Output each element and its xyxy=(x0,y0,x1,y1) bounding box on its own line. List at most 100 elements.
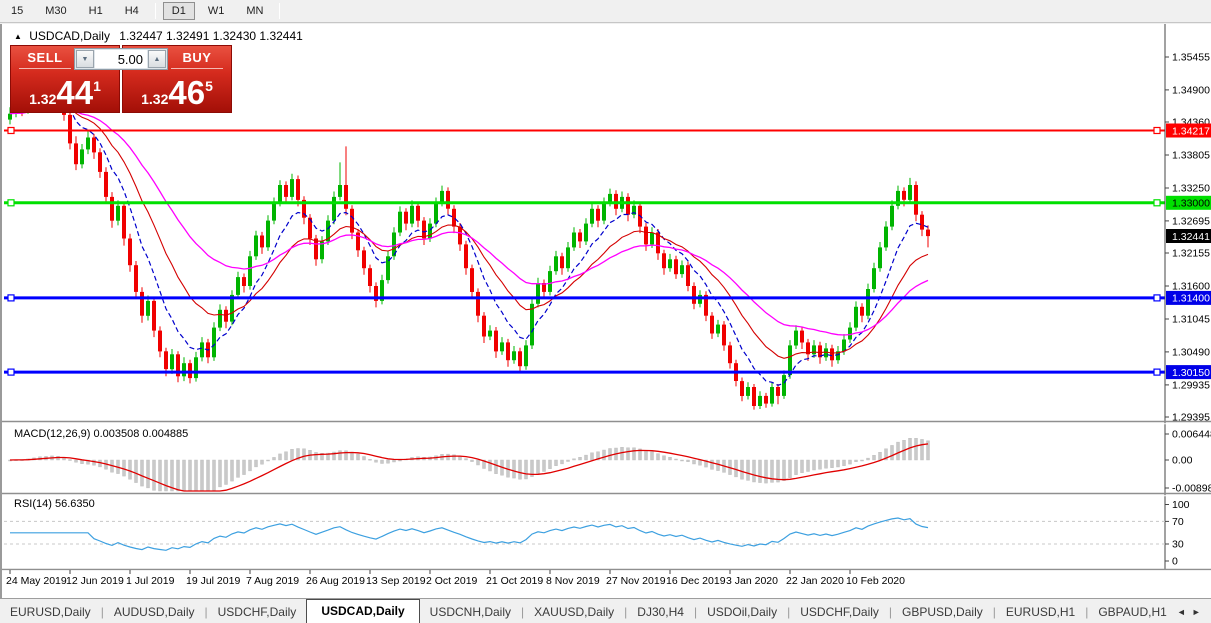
candle-body xyxy=(662,253,666,269)
candle-body xyxy=(104,171,108,197)
candle-body xyxy=(296,179,300,200)
candle-body xyxy=(86,137,90,150)
candle-body xyxy=(908,185,912,200)
macd-bar xyxy=(224,459,228,485)
macd-bar xyxy=(392,459,396,463)
tab-gbpusd-daily[interactable]: GBPUSD,Daily xyxy=(892,602,993,623)
macd-bar xyxy=(140,459,144,487)
macd-bar xyxy=(380,459,384,464)
macd-bar xyxy=(176,459,180,492)
candle-body xyxy=(584,223,588,242)
candle-body xyxy=(194,357,198,379)
macd-bar xyxy=(758,459,762,483)
macd-bar xyxy=(374,459,378,463)
hline-anchor[interactable] xyxy=(1153,368,1161,376)
macd-bar xyxy=(536,459,540,474)
tab-dj30-h4[interactable]: DJ30,H4 xyxy=(627,602,694,623)
date-axis-label: 16 Dec 2019 xyxy=(666,575,726,587)
timeframe-toolbar: 15 M30 H1 H4 D1 W1 MN xyxy=(0,0,1211,23)
candle-body xyxy=(446,190,450,209)
candle-body xyxy=(758,395,762,406)
timeframe-button-w1[interactable]: W1 xyxy=(199,2,234,20)
candle-body xyxy=(926,229,930,237)
hline-anchor[interactable] xyxy=(7,199,15,207)
macd-bar xyxy=(914,438,918,461)
candle-body xyxy=(74,143,78,165)
timeframe-button-m30[interactable]: M30 xyxy=(36,2,75,20)
candle-body xyxy=(920,214,924,230)
price-axis-label: 1.32155 xyxy=(1172,248,1210,260)
candle-body xyxy=(890,205,894,227)
tab-usdcnh-daily[interactable]: USDCNH,Daily xyxy=(420,602,521,623)
macd-bar xyxy=(284,451,288,461)
volume-increase-icon[interactable]: ▲ xyxy=(148,50,166,68)
macd-bar xyxy=(212,459,216,491)
tab-audusd-daily[interactable]: AUDUSD,Daily xyxy=(104,602,205,623)
macd-bar xyxy=(512,459,516,479)
tab-scroll-arrows[interactable]: ◄► xyxy=(1177,607,1211,623)
macd-bar xyxy=(476,459,480,466)
tab-scroll-left-icon[interactable]: ◄ xyxy=(1177,607,1192,617)
timeframe-button-15[interactable]: 15 xyxy=(2,2,32,20)
chart-tab-bar: EURUSD,Daily | AUDUSD,Daily | USDCHF,Daily US… xyxy=(0,598,1211,623)
candle-body xyxy=(626,196,630,215)
chart-window[interactable]: 1.35455 1.34900 1.34360 1.33805 1.33250 1.326… xyxy=(0,24,1211,598)
macd-bar xyxy=(746,459,750,481)
hline-anchor[interactable] xyxy=(7,126,15,135)
macd-bar xyxy=(128,459,132,480)
hline-anchor[interactable] xyxy=(7,294,15,302)
tab-scroll-right-icon[interactable]: ► xyxy=(1192,607,1207,617)
candle-body xyxy=(254,235,258,257)
buy-button[interactable]: BUY xyxy=(165,50,229,69)
macd-bar xyxy=(836,459,840,468)
collapse-panel-icon[interactable]: ▲ xyxy=(14,32,22,41)
price-axis-label: 1.31600 xyxy=(1172,281,1210,293)
tab-usdchf-daily[interactable]: USDCHF,Daily xyxy=(790,602,889,623)
volume-input[interactable] xyxy=(95,50,147,68)
date-axis-label: 26 Aug 2019 xyxy=(306,575,365,587)
candle-body xyxy=(218,309,222,328)
timeframe-button-h4[interactable]: H4 xyxy=(116,2,148,20)
hline-anchor[interactable] xyxy=(7,368,15,376)
tab-usdcad-daily[interactable]: USDCAD,Daily xyxy=(306,599,420,623)
timeframe-button-h1[interactable]: H1 xyxy=(80,2,112,20)
candle-body xyxy=(92,137,96,153)
tab-usdchf-daily[interactable]: USDCHF,Daily xyxy=(208,602,307,623)
candle-body xyxy=(332,196,336,221)
tab-eurusd-daily[interactable]: EURUSD,Daily xyxy=(0,602,101,623)
macd-bar xyxy=(206,459,210,492)
macd-bar xyxy=(518,459,522,480)
macd-bar xyxy=(170,459,174,492)
macd-bar xyxy=(626,447,630,461)
hline-anchor[interactable] xyxy=(1153,126,1161,135)
macd-bar xyxy=(74,459,78,463)
hline-anchor[interactable] xyxy=(1153,199,1161,207)
tab-eurusd-h1[interactable]: EURUSD,H1 xyxy=(996,602,1085,623)
timeframe-button-mn[interactable]: MN xyxy=(237,2,272,20)
timeframe-button-d1[interactable]: D1 xyxy=(162,2,195,20)
tab-xauusd-daily[interactable]: XAUUSD,Daily xyxy=(524,602,624,623)
date-axis-label: 24 May 2019 xyxy=(6,575,67,587)
macd-bar xyxy=(470,459,474,462)
macd-axis-label: -0.008982 xyxy=(1172,483,1211,495)
macd-bar xyxy=(650,451,654,461)
candle-body xyxy=(650,232,654,245)
macd-bar xyxy=(218,459,222,488)
candle-body xyxy=(452,208,456,227)
tab-gbpaud-h1[interactable]: GBPAUD,H1 xyxy=(1088,602,1176,623)
candle-body xyxy=(494,330,498,352)
macd-bar xyxy=(860,459,864,462)
tab-usdoil-daily[interactable]: USDOil,Daily xyxy=(697,602,787,623)
sell-button[interactable]: SELL xyxy=(13,50,77,69)
svg-text:1.30150: 1.30150 xyxy=(1172,367,1210,379)
volume-decrease-icon[interactable]: ▼ xyxy=(76,50,94,68)
candle-body xyxy=(566,247,570,269)
hline-anchor[interactable] xyxy=(1153,294,1161,302)
macd-bar xyxy=(764,459,768,484)
macd-axis-label: 0.006448 xyxy=(1172,429,1211,441)
macd-bar xyxy=(692,459,696,465)
macd-bar xyxy=(620,447,624,461)
macd-bar xyxy=(554,459,558,467)
macd-bar xyxy=(362,456,366,461)
price-badge-134217: 1.34217 xyxy=(1166,123,1211,138)
